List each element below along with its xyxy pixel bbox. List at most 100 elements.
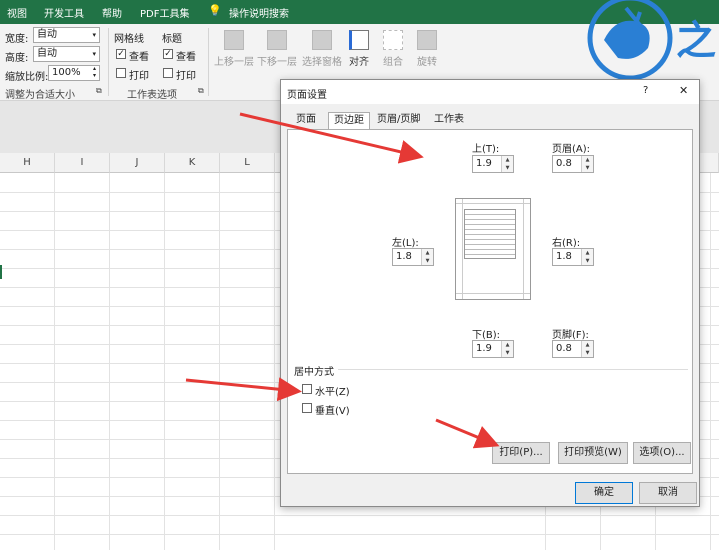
- spin-arrows-icon[interactable]: ▲ ▼: [581, 341, 593, 357]
- grid-line: [0, 534, 719, 535]
- headings-view-label: 查看: [176, 52, 196, 63]
- column-header-k[interactable]: K: [165, 153, 220, 173]
- rotate-icon: [417, 30, 437, 50]
- vertical-checkbox[interactable]: [302, 403, 312, 413]
- left-margin-label: 左(L):: [392, 238, 419, 249]
- group-button[interactable]: 组合: [380, 30, 406, 68]
- center-on-page-title: 居中方式: [294, 367, 334, 378]
- scale-spinner[interactable]: 100% ▴ ▾: [48, 65, 100, 81]
- height-select[interactable]: 自动 ▾: [33, 46, 100, 62]
- align-button[interactable]: 对齐: [346, 30, 372, 68]
- margins-panel: 上(T): 1.9 ▲ ▼ 页眉(A): 0.8 ▲ ▼ 左(L): 1.8 ▲ ▼ 右(R…: [287, 129, 693, 474]
- spin-arrows-icon: ▴ ▾: [92, 65, 96, 79]
- ok-button[interactable]: 确定: [575, 482, 633, 504]
- menu-pdf-tools[interactable]: PDF工具集: [140, 5, 189, 20]
- vertical-label: 垂直(V): [315, 406, 350, 417]
- bring-forward-icon: [224, 30, 244, 50]
- gridlines-view-checkbox[interactable]: ✓: [116, 49, 126, 59]
- group-scale-to-fit: 调整为合适大小: [5, 90, 75, 101]
- scale-label: 缩放比例:: [5, 72, 49, 83]
- align-label: 对齐: [349, 57, 369, 68]
- dialog-title: 页面设置: [287, 90, 327, 101]
- help-icon[interactable]: ?: [643, 85, 648, 96]
- footer-margin-spinner[interactable]: 0.8 ▲ ▼: [552, 340, 594, 358]
- group-label: 组合: [383, 57, 403, 68]
- preview-guide: [456, 293, 530, 294]
- print-preview-button[interactable]: 打印预览(W): [558, 442, 628, 464]
- right-margin-label: 右(R):: [552, 238, 581, 249]
- bring-forward-button[interactable]: 上移一层: [214, 30, 254, 68]
- chevron-down-icon: ▾: [92, 31, 96, 39]
- left-margin-spinner[interactable]: 1.8 ▲ ▼: [392, 248, 434, 266]
- height-label: 高度:: [5, 53, 29, 64]
- align-icon: [349, 30, 369, 50]
- width-select[interactable]: 自动 ▾: [33, 27, 100, 43]
- preview-guide: [462, 199, 463, 299]
- horizontal-checkbox[interactable]: [302, 384, 312, 394]
- send-backward-button[interactable]: 下移一层: [257, 30, 297, 68]
- preview-guide: [456, 203, 530, 204]
- dialog-launcher-icon[interactable]: ⧉: [198, 86, 204, 96]
- column-header-l[interactable]: L: [220, 153, 275, 173]
- column-header-j[interactable]: J: [110, 153, 165, 173]
- spin-arrows-icon[interactable]: ▲ ▼: [501, 341, 513, 357]
- selection-pane-label: 选择窗格: [302, 57, 342, 68]
- bottom-margin-spinner[interactable]: 1.9 ▲ ▼: [472, 340, 514, 358]
- tab-header-footer[interactable]: 页眉/页脚: [372, 112, 425, 129]
- column-header-i[interactable]: I: [55, 153, 110, 173]
- section-divider: [338, 369, 688, 370]
- menu-view[interactable]: 视图: [7, 5, 27, 20]
- preview-guide: [523, 199, 524, 299]
- headings-print-label: 打印: [176, 71, 196, 82]
- group-separator: [208, 28, 209, 96]
- cancel-button[interactable]: 取消: [639, 482, 697, 504]
- rotate-button[interactable]: 旋转: [414, 30, 440, 68]
- send-backward-label: 下移一层: [257, 57, 297, 68]
- menu-help[interactable]: 帮助: [102, 5, 122, 20]
- headings-print-checkbox[interactable]: [163, 68, 173, 78]
- tab-sheet[interactable]: 工作表: [429, 112, 469, 129]
- send-backward-icon: [267, 30, 287, 50]
- tab-page[interactable]: 页面: [291, 112, 321, 129]
- spin-arrows-icon[interactable]: ▲ ▼: [501, 156, 513, 172]
- gridlines-view-label: 查看: [129, 52, 149, 63]
- header-margin-label: 页眉(A):: [552, 144, 591, 155]
- preview-table: [464, 209, 516, 259]
- selection-pane-button[interactable]: 选择窗格: [300, 30, 344, 68]
- top-margin-label: 上(T):: [472, 144, 500, 155]
- spin-arrows-icon[interactable]: ▲ ▼: [581, 249, 593, 265]
- chevron-down-icon: ▾: [92, 50, 96, 58]
- horizontal-label: 水平(Z): [315, 387, 350, 398]
- spin-arrows-icon[interactable]: ▲ ▼: [581, 156, 593, 172]
- header-margin-spinner[interactable]: 0.8 ▲ ▼: [552, 155, 594, 173]
- top-margin-spinner[interactable]: 1.9 ▲ ▼: [472, 155, 514, 173]
- logo-text: 之: [676, 18, 716, 64]
- lightbulb-icon: 💡: [208, 4, 222, 17]
- bottom-margin-label: 下(B):: [472, 330, 501, 341]
- dialog-launcher-icon[interactable]: ⧉: [96, 86, 102, 96]
- column-header-h[interactable]: H: [0, 153, 55, 173]
- tell-me-search[interactable]: 操作说明搜索: [229, 5, 289, 20]
- print-button[interactable]: 打印(P)...: [492, 442, 550, 464]
- bring-forward-label: 上移一层: [214, 57, 254, 68]
- excel-window: 视图 开发工具 帮助 PDF工具集 💡 操作说明搜索 宽度: 自动 ▾ 高度: 自…: [0, 0, 719, 550]
- headings-label: 标题: [162, 34, 182, 45]
- headings-view-checkbox[interactable]: ✓: [163, 49, 173, 59]
- rotate-label: 旋转: [417, 57, 437, 68]
- tab-margins[interactable]: 页边距: [328, 112, 370, 130]
- group-separator: [108, 28, 109, 96]
- gridlines-label: 网格线: [114, 34, 144, 45]
- gridlines-print-checkbox[interactable]: [116, 68, 126, 78]
- grid-line: [0, 515, 719, 516]
- group-sheet-options: 工作表选项: [127, 90, 177, 101]
- group-icon: [383, 30, 403, 50]
- spin-arrows-icon[interactable]: ▲ ▼: [421, 249, 433, 265]
- right-margin-spinner[interactable]: 1.8 ▲ ▼: [552, 248, 594, 266]
- selection-pane-icon: [312, 30, 332, 50]
- gridlines-print-label: 打印: [129, 71, 149, 82]
- menu-developer[interactable]: 开发工具: [44, 5, 84, 20]
- dialog-titlebar: 页面设置 ? ✕: [281, 80, 699, 104]
- page-setup-dialog: 页面设置 ? ✕ 页面 页边距 页眉/页脚 工作表 上(T): 1.9 ▲ ▼ 页眉…: [280, 79, 700, 507]
- options-button[interactable]: 选项(O)...: [633, 442, 691, 464]
- close-icon[interactable]: ✕: [679, 84, 688, 97]
